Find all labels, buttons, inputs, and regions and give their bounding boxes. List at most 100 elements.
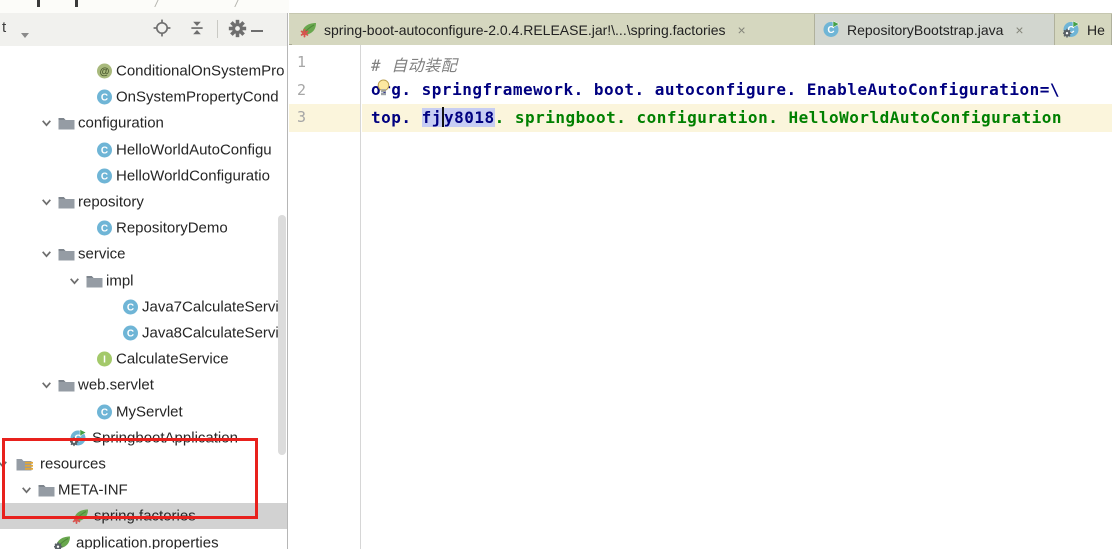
editor-tab-bar: spring-boot-autoconfigure-2.0.4.RELEASE.… xyxy=(289,13,1112,45)
tree-item-spring-factories[interactable]: spring.factories xyxy=(0,503,288,529)
class-icon: C xyxy=(96,89,113,106)
svg-text:C: C xyxy=(127,329,134,340)
tree-item-springbootapplication[interactable]: CSpringbootApplication xyxy=(0,425,288,451)
code-line-3[interactable]: top. fjy8018. springboot. configuration.… xyxy=(362,104,1112,132)
clipped-breadcrumb-fragment xyxy=(37,0,40,7)
project-panel-header: t xyxy=(0,13,288,46)
tree-item-impl[interactable]: impl xyxy=(0,268,288,294)
collapse-all-icon[interactable] xyxy=(188,19,208,39)
intention-bulb-icon[interactable] xyxy=(376,79,391,96)
tree-item-application-properties[interactable]: application.properties xyxy=(0,530,288,549)
editor-tab-0[interactable]: spring-boot-autoconfigure-2.0.4.RELEASE.… xyxy=(292,14,815,45)
code-text: org. springframework. boot. autoconfigur… xyxy=(371,80,1060,99)
tree-item-label: resources xyxy=(40,456,106,473)
expand-chevron-icon[interactable] xyxy=(40,248,53,261)
class-run-icon: C xyxy=(823,21,841,38)
editor-tab-2[interactable]: CHe xyxy=(1055,14,1112,45)
toolbar-separator xyxy=(217,20,218,38)
line-number: 3 xyxy=(289,104,360,132)
expand-chevron-icon[interactable] xyxy=(40,379,53,392)
tree-item-calculateservice[interactable]: I CalculateService xyxy=(0,346,288,372)
tree-item-label: spring.factories xyxy=(94,508,196,525)
project-view-selector[interactable]: t xyxy=(2,19,6,36)
expand-chevron-icon[interactable] xyxy=(68,274,81,287)
expand-chevron-icon[interactable] xyxy=(40,117,53,130)
leaf-gear-icon xyxy=(54,534,72,549)
tree-item-label: OnSystemPropertyCond xyxy=(116,89,279,106)
folder-icon xyxy=(58,116,75,131)
tree-item-label: application.properties xyxy=(76,534,219,549)
tree-scrollbar[interactable] xyxy=(278,215,286,455)
leaf-star-icon xyxy=(72,508,90,525)
line-number: 1 xyxy=(289,49,360,77)
tree-item-repositorydemo[interactable]: C RepositoryDemo xyxy=(0,215,288,241)
tree-item-label: CalculateService xyxy=(116,351,229,368)
ide-window: /////// t xyxy=(0,0,1112,549)
tree-item-label: HelloWorldConfiguratio xyxy=(116,167,270,184)
code-text: # 自动装配 xyxy=(371,56,457,75)
tree-item-onsystempropertycond[interactable]: COnSystemPropertyCond xyxy=(0,84,288,110)
project-tree: @ConditionalOnSystemProCOnSystemProperty… xyxy=(0,46,288,549)
class-icon: C xyxy=(122,298,139,315)
tree-item-meta-inf[interactable]: META-INF xyxy=(0,477,288,503)
folder-icon xyxy=(58,247,75,262)
tree-item-label: ConditionalOnSystemPro xyxy=(116,63,284,80)
class-run-gear-icon: C xyxy=(70,429,88,446)
svg-text:C: C xyxy=(101,171,108,182)
code-text: . springboot. configuration. HelloWorldA… xyxy=(495,108,1062,127)
svg-text:@: @ xyxy=(100,67,110,78)
folder-icon xyxy=(86,273,103,288)
tree-item-label: repository xyxy=(78,194,144,211)
tree-item-conditionalonsystempro[interactable]: @ ConditionalOnSystemPro xyxy=(0,58,288,84)
tree-item-label: impl xyxy=(106,272,134,289)
svg-text:I: I xyxy=(103,355,106,366)
tree-item-label: META-INF xyxy=(58,482,128,499)
line-number: 2 xyxy=(289,77,360,105)
tree-item-label: service xyxy=(78,246,126,263)
tree-item-label: Java8CalculateServic xyxy=(142,325,286,342)
annotation-icon: @ xyxy=(96,63,113,80)
hide-panel-icon[interactable] xyxy=(250,23,270,43)
svg-text:C: C xyxy=(101,145,108,156)
code-line-1[interactable]: # 自动装配 xyxy=(362,49,1112,77)
expand-chevron-icon[interactable] xyxy=(0,458,9,471)
locate-file-icon[interactable] xyxy=(153,19,173,39)
class-icon: C xyxy=(96,403,113,420)
code-line-2[interactable]: org. springframework. boot. autoconfigur… xyxy=(362,77,1112,105)
editor-gutter: 123 xyxy=(289,45,361,549)
tree-item-configuration[interactable]: configuration xyxy=(0,110,288,136)
class-icon: C xyxy=(122,325,139,342)
editor-pane: spring-boot-autoconfigure-2.0.4.RELEASE.… xyxy=(289,0,1112,549)
tree-item-helloworldautoconfigu[interactable]: CHelloWorldAutoConfigu xyxy=(0,137,288,163)
settings-gear-icon[interactable] xyxy=(228,19,248,39)
tree-item-java7calculateservic[interactable]: CJava7CalculateServic xyxy=(0,294,288,320)
folder-res-icon xyxy=(16,457,34,472)
tree-item-label: SpringbootApplication xyxy=(92,429,238,446)
tab-title: spring-boot-autoconfigure-2.0.4.RELEASE.… xyxy=(324,22,726,38)
folder-icon xyxy=(38,483,55,498)
svg-text:C: C xyxy=(101,224,108,235)
editor-code-area[interactable]: # 自动装配 org. springframework. boot. autoco… xyxy=(362,45,1112,549)
tree-item-web-servlet[interactable]: web.servlet xyxy=(0,372,288,398)
class-icon: C xyxy=(96,167,113,184)
tree-item-java8calculateservic[interactable]: C Java8CalculateServic xyxy=(0,320,288,346)
class-run-gear-icon: C xyxy=(1063,21,1081,38)
close-tab-icon[interactable]: × xyxy=(738,22,746,38)
tree-item-repository[interactable]: repository xyxy=(0,189,288,215)
expand-chevron-icon[interactable] xyxy=(20,484,33,497)
editor-tab-1[interactable]: CRepositoryBootstrap.java× xyxy=(815,14,1055,45)
tree-item-label: MyServlet xyxy=(116,403,183,420)
close-tab-icon[interactable]: × xyxy=(1015,22,1023,38)
tree-item-helloworldconfiguratio[interactable]: C HelloWorldConfiguratio xyxy=(0,163,288,189)
class-icon: C xyxy=(96,220,113,237)
tree-item-myservlet[interactable]: CMyServlet xyxy=(0,399,288,425)
expand-chevron-icon[interactable] xyxy=(40,196,53,209)
clipped-breadcrumb-fragment: / xyxy=(235,0,239,10)
class-icon: C xyxy=(96,141,113,158)
project-panel: t xyxy=(0,13,288,549)
tree-item-resources[interactable]: resources xyxy=(0,451,288,477)
svg-text:C: C xyxy=(127,302,134,313)
tree-item-service[interactable]: service xyxy=(0,241,288,267)
tree-item-label: RepositoryDemo xyxy=(116,220,228,237)
tree-item-label: web.servlet xyxy=(78,377,154,394)
